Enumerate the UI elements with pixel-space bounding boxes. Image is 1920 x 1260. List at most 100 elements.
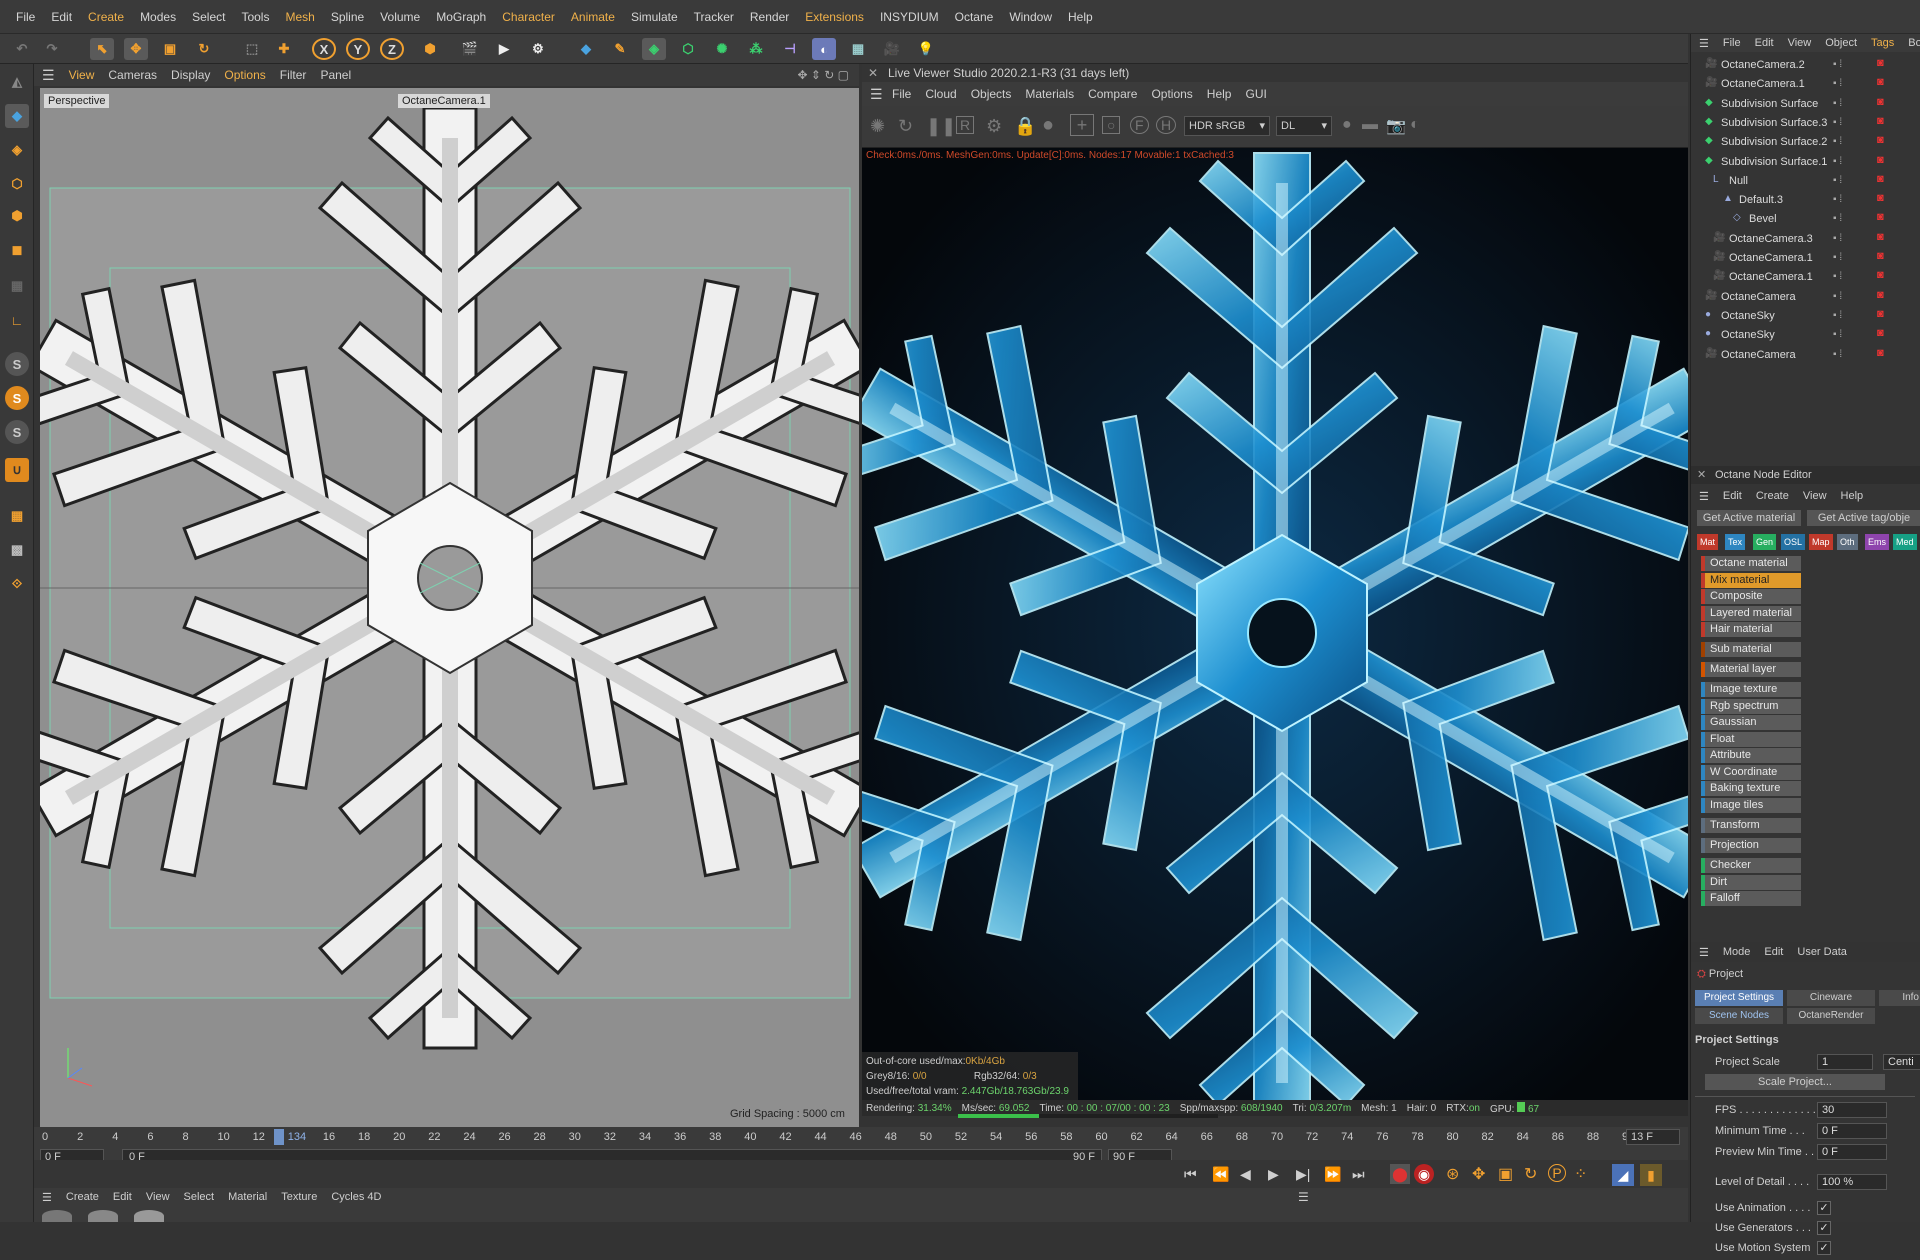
menu-item-edit[interactable]: Edit [43, 0, 80, 34]
colorspace-select[interactable]: HDR sRGB ▾ [1184, 116, 1270, 136]
om-menu-file[interactable]: File [1723, 37, 1741, 49]
deformer-icon[interactable]: ⊣ [778, 38, 802, 60]
axis-mode-icon[interactable]: ∟ [5, 308, 29, 332]
node-item[interactable]: Octane material [1701, 556, 1801, 571]
node-item[interactable]: Mix material [1701, 572, 1801, 588]
material-ball-icon[interactable]: ● [1042, 114, 1054, 137]
live-menu-options[interactable]: Options [1151, 87, 1192, 101]
menu-item-create[interactable]: Create [80, 0, 132, 34]
live-menu-cloud[interactable]: Cloud [925, 87, 956, 101]
tag-icon[interactable]: ◙ [1877, 327, 1884, 339]
current-frame-field[interactable]: 13 F [1626, 1129, 1680, 1145]
project-field-input[interactable]: 30 [1817, 1102, 1887, 1118]
x-axis-icon[interactable]: X [312, 38, 336, 60]
visibility-toggle-icon[interactable]: ▪ ⁞ [1833, 349, 1842, 360]
visibility-toggle-icon[interactable]: ▪ ⁞ [1833, 310, 1842, 321]
tab-cineware[interactable]: Cineware [1787, 990, 1875, 1006]
viewport-menu-cameras[interactable]: Cameras [108, 68, 157, 82]
mat-menu-edit[interactable]: Edit [113, 1191, 132, 1203]
live-menu-objects[interactable]: Objects [971, 87, 1012, 101]
object-row[interactable]: 🎥 OctaneCamera.1 ▪ ⁞ ◙ [1691, 268, 1920, 287]
hdr-h-icon[interactable]: H [1156, 116, 1177, 134]
scale-tool-icon[interactable]: ▣ [158, 38, 182, 60]
node-item[interactable]: W Coordinate [1701, 764, 1801, 780]
go-to-end-icon[interactable]: ⏭ [1352, 1166, 1365, 1183]
hamburger-icon[interactable]: ☰ [1699, 946, 1709, 959]
play-icon[interactable]: ▶ [1268, 1166, 1279, 1183]
menu-item-window[interactable]: Window [1001, 0, 1060, 34]
material-swatch[interactable] [42, 1210, 72, 1222]
edges-mode-icon[interactable]: ⬢ [5, 204, 29, 228]
undo-icon[interactable]: ↶ [10, 38, 34, 60]
object-row[interactable]: 🎥 OctaneCamera ▪ ⁞ ◙ [1691, 346, 1920, 365]
mat-menu-view[interactable]: View [146, 1191, 170, 1203]
om-menu-object[interactable]: Object [1825, 37, 1857, 49]
ne-menu-help[interactable]: Help [1841, 490, 1864, 502]
tag-icon[interactable]: ◙ [1877, 57, 1884, 69]
tag-icon[interactable]: ◙ [1877, 250, 1884, 262]
object-row[interactable]: 🎥 OctaneCamera ▪ ⁞ ◙ [1691, 288, 1920, 307]
node-item[interactable]: Float [1701, 731, 1801, 747]
visibility-toggle-icon[interactable]: ▪ ⁞ [1833, 175, 1842, 186]
project-checkbox[interactable]: ✓ [1817, 1241, 1831, 1255]
save-image-icon[interactable]: ▬ [1362, 116, 1378, 134]
menu-item-mograph[interactable]: MoGraph [428, 0, 494, 34]
node-item[interactable]: Projection [1701, 838, 1801, 853]
record-icon[interactable]: ⬤ [1390, 1164, 1410, 1184]
locked-workplane-icon[interactable]: ⟐ [5, 572, 29, 596]
model-mode-icon[interactable]: ◆ [5, 104, 29, 128]
node-item[interactable]: Checker [1701, 858, 1801, 873]
tag-icon[interactable]: ◙ [1877, 96, 1884, 108]
tag-icon[interactable]: ◙ [1877, 115, 1884, 127]
get-active-tag-button[interactable]: Get Active tag/obje [1807, 510, 1920, 526]
ne-menu-view[interactable]: View [1803, 490, 1827, 502]
rotate-tool-icon[interactable]: ↻ [192, 38, 216, 60]
tag-icon[interactable]: ◙ [1877, 211, 1884, 223]
node-item[interactable]: Composite material [1701, 589, 1801, 617]
playhead[interactable] [274, 1129, 284, 1145]
points-mode-icon[interactable]: ⬡ [5, 172, 29, 196]
clay-mode-icon[interactable]: ○ [1102, 116, 1121, 134]
node-tab-mat[interactable]: Mat [1697, 534, 1719, 550]
tag-icon[interactable]: ◙ [1877, 173, 1884, 185]
ne-menu-create[interactable]: Create [1756, 490, 1789, 502]
visibility-toggle-icon[interactable]: ▪ ⁞ [1833, 329, 1842, 340]
material-swatch[interactable] [134, 1210, 164, 1222]
tag-icon[interactable]: ◙ [1877, 347, 1884, 359]
viewport-nav-icons[interactable]: ✥ ⇕ ↻ ▢ [797, 68, 849, 82]
compare-icon[interactable]: ◐ [1410, 116, 1420, 134]
move-tool-icon[interactable]: ✥ [124, 38, 148, 60]
cloner-icon[interactable]: ⁂ [744, 38, 768, 60]
project-field-input[interactable]: 0 F [1817, 1144, 1887, 1160]
live-menu-compare[interactable]: Compare [1088, 87, 1137, 101]
region-render-icon[interactable]: R [956, 116, 975, 134]
lock-icon[interactable]: 🔒 [1014, 116, 1036, 137]
object-row[interactable]: ▲ Default.3 ▪ ⁞ ◙ [1691, 191, 1920, 210]
object-row[interactable]: 🎥 OctaneCamera.2 ▪ ⁞ ◙ [1691, 56, 1920, 75]
viewport-menu-display[interactable]: Display [171, 68, 210, 82]
visibility-toggle-icon[interactable]: ▪ ⁞ [1833, 291, 1842, 302]
y-axis-icon[interactable]: Y [346, 38, 370, 60]
om-menu-bookmarks[interactable]: Book [1908, 37, 1920, 49]
menu-item-animate[interactable]: Animate [563, 0, 623, 34]
mograph-icon[interactable]: ✺ [710, 38, 734, 60]
node-tab-map[interactable]: Map [1809, 534, 1833, 550]
camera-icon[interactable]: 🎥 [880, 38, 904, 60]
project-checkbox[interactable]: ✓ [1817, 1221, 1831, 1235]
attr-menu-mode[interactable]: Mode [1723, 946, 1751, 958]
node-item[interactable]: Attribute [1701, 748, 1801, 763]
light-icon[interactable]: 💡 [914, 38, 938, 60]
mat-menu-select[interactable]: Select [184, 1191, 215, 1203]
object-row[interactable]: L Null ▪ ⁞ ◙ [1691, 172, 1920, 191]
tab-project-settings[interactable]: Project Settings [1695, 990, 1783, 1006]
tag-icon[interactable]: ◙ [1877, 308, 1884, 320]
node-item[interactable]: Dirt [1701, 874, 1801, 890]
mat-menu-material[interactable]: Material [228, 1191, 267, 1203]
tab-scene-nodes[interactable]: Scene Nodes [1695, 1008, 1783, 1024]
menu-item-file[interactable]: File [8, 0, 43, 34]
visibility-toggle-icon[interactable]: ▪ ⁞ [1833, 117, 1842, 128]
field-icon[interactable]: ◐ [812, 38, 836, 60]
make-editable-icon[interactable]: ◭ [5, 70, 29, 94]
node-tab-ems[interactable]: Ems [1865, 534, 1889, 550]
node-item[interactable]: Layered material [1701, 605, 1801, 621]
